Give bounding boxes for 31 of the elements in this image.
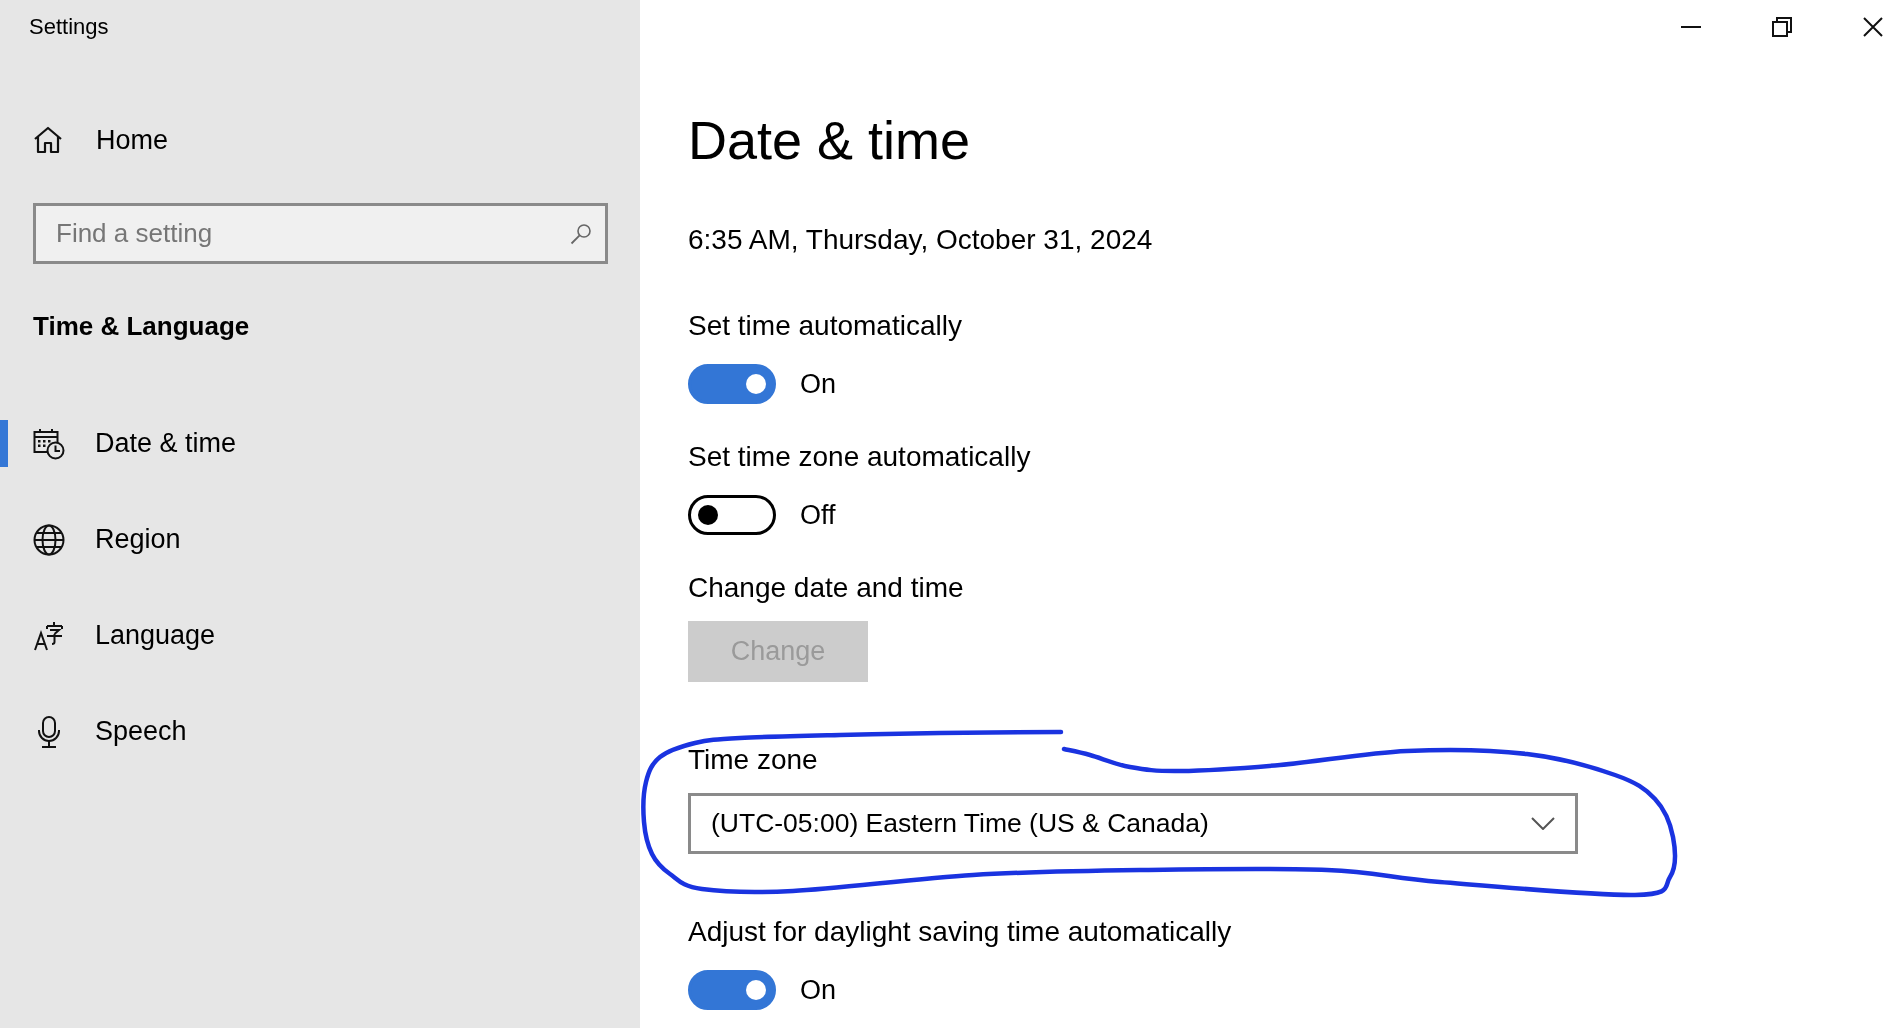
section-heading: Time & Language	[33, 310, 250, 342]
chevron-down-icon	[1531, 817, 1555, 830]
nav-item[interactable]: Region	[0, 516, 197, 563]
setting-label: Set time zone automatically	[688, 441, 1031, 473]
toggle-state-label: On	[800, 368, 837, 400]
setting-label: Time zone	[688, 744, 818, 776]
restore-icon[interactable]	[1772, 17, 1792, 37]
search-icon[interactable]	[570, 223, 592, 245]
globe-icon	[33, 523, 65, 556]
window-title: Settings	[29, 13, 109, 41]
dropdown[interactable]: (UTC-05:00) Eastern Time (US & Canada)	[688, 793, 1578, 854]
nav-item[interactable]: Date & time	[0, 420, 253, 467]
toggle-switch[interactable]	[688, 364, 776, 404]
toggle-state-label: Off	[800, 499, 836, 531]
toggle-switch[interactable]	[688, 970, 776, 1010]
current-date-time: 6:35 AM, Thursday, October 31, 2024	[688, 224, 1153, 256]
setting-label: Adjust for daylight saving time automatically	[688, 916, 1232, 948]
setting-label: Change date and time	[688, 572, 964, 604]
nav-item[interactable]: Speech	[0, 708, 203, 755]
close-icon[interactable]	[1863, 17, 1883, 37]
microphone-icon	[37, 715, 61, 748]
home-icon	[33, 126, 63, 154]
language-icon	[34, 620, 64, 651]
nav-item[interactable]: Language	[0, 612, 232, 659]
toggle-state-label: On	[800, 974, 837, 1006]
toggle-switch[interactable]	[688, 495, 776, 535]
home-link[interactable]: Home	[0, 112, 179, 168]
setting-label: Set time automatically	[688, 310, 962, 342]
page-title: Date & time	[688, 109, 971, 172]
search-field[interactable]: Find a setting	[33, 203, 608, 264]
calendar-clock-icon	[33, 427, 65, 460]
